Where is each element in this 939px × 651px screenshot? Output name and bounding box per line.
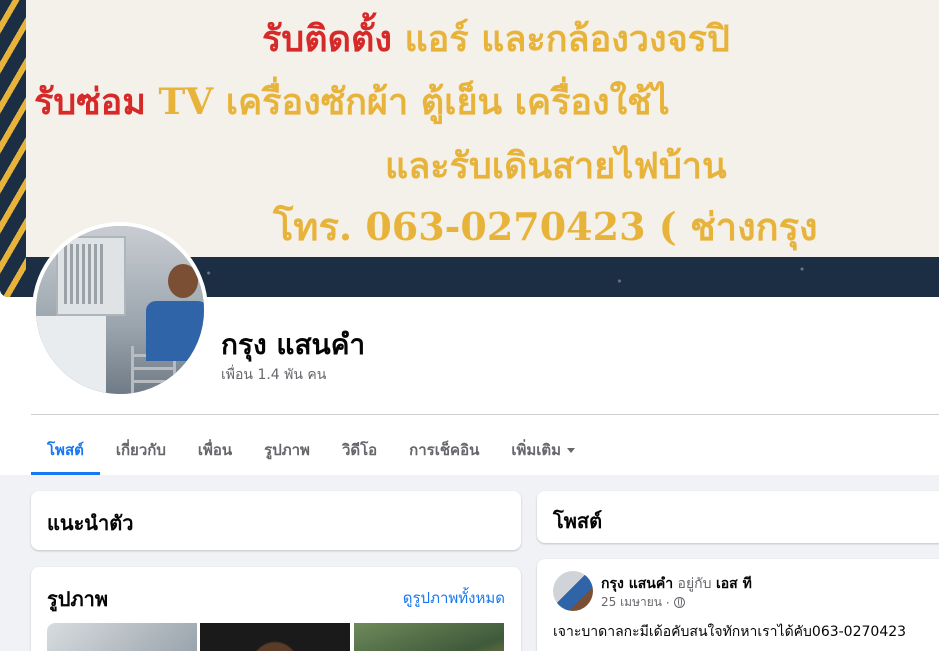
globe-icon[interactable] — [673, 597, 685, 608]
cover-line-3: และรับเดินสายไฟบ้าน — [385, 145, 727, 187]
post-with-text: อยู่กับ — [677, 576, 712, 592]
cover-line-1-gold: แอร์ และกล้องวงจรปิ — [391, 18, 730, 60]
photos-card: รูปภาพ ดูรูปภาพทั้งหมด — [31, 567, 521, 651]
chevron-down-icon — [567, 447, 576, 453]
header-divider — [31, 414, 939, 415]
tab-videos[interactable]: วิดีโอ — [326, 425, 393, 475]
tab-about[interactable]: เกี่ยวกับ — [100, 425, 182, 475]
tab-photos[interactable]: รูปภาพ — [248, 425, 326, 475]
tab-about-label: เกี่ยวกับ — [115, 441, 166, 459]
tab-videos-label: วิดีโอ — [341, 441, 378, 459]
cover-line-1-red: รับติดตั้ง — [262, 18, 392, 60]
photos-title[interactable]: รูปภาพ — [47, 583, 108, 615]
post-meta: 25 เมษายน · — [601, 593, 685, 612]
tab-more-label: เพิ่มเติม — [511, 441, 562, 459]
profile-tabs: โพสต์ เกี่ยวกับ เพื่อน รูปภาพ วิดีโอ การ… — [31, 425, 591, 475]
see-all-photos-link[interactable]: ดูรูปภาพทั้งหมด — [403, 586, 505, 610]
post-tagged-name[interactable]: เอส ที — [716, 576, 752, 592]
tab-more[interactable]: เพิ่มเติม — [495, 425, 591, 475]
photo-thumbnail[interactable] — [47, 623, 197, 651]
post-author-line: กรุง แสนคำ อยู่กับ เอส ที — [601, 573, 752, 595]
post-author-name[interactable]: กรุง แสนคำ — [601, 576, 673, 592]
avatar-person-head — [168, 264, 198, 298]
avatar-ac-grill — [64, 244, 104, 304]
posts-header-card: โพสต์ — [537, 491, 939, 543]
cover-line-4: โทร. 063-0270423 ( ช่างกรุง — [273, 204, 818, 249]
avatar-person-body — [146, 301, 204, 361]
tab-checkins[interactable]: การเช็คอิน — [393, 425, 495, 475]
posts-title: โพสต์ — [553, 509, 603, 533]
avatar-wall — [36, 316, 106, 394]
post-card: กรุง แสนคำ อยู่กับ เอส ที 25 เมษายน · เจ… — [537, 559, 939, 651]
tab-checkins-label: การเช็คอิน — [409, 441, 480, 459]
photo-thumbnail[interactable] — [354, 623, 504, 651]
post-author-avatar[interactable] — [553, 571, 593, 611]
cover-line-2-gold: TV เครื่องซักผ้า ตู้เย็น เครื่องใช้ไ — [145, 81, 670, 123]
intro-card: แนะนำตัว — [31, 491, 521, 550]
cover-line-2-red: รับซ่อม — [34, 81, 146, 123]
tab-photos-label: รูปภาพ — [264, 441, 310, 459]
tab-friends-label: เพื่อน — [197, 441, 233, 459]
profile-avatar[interactable] — [32, 222, 208, 398]
intro-title: แนะนำตัว — [47, 511, 134, 535]
tab-posts[interactable]: โพสต์ — [31, 425, 100, 475]
post-date[interactable]: 25 เมษายน — [601, 593, 662, 612]
tab-friends[interactable]: เพื่อน — [182, 425, 248, 475]
cover-line-2: รับซ่อม TV เครื่องซักผ้า ตู้เย็น เครื่อง… — [34, 73, 670, 130]
cover-line-1: รับติดตั้ง แอร์ และกล้องวงจรปิ — [262, 10, 730, 67]
friends-count[interactable]: เพื่อน 1.4 พัน คน — [221, 364, 326, 386]
cover-stripes — [0, 0, 26, 297]
post-text: เจาะบาดาลกะมีเด้อคับสนใจทักหาเราได้คับ06… — [553, 624, 907, 640]
post-meta-separator: · — [665, 595, 670, 610]
tab-posts-label: โพสต์ — [47, 441, 84, 459]
photo-thumbnail[interactable] — [200, 623, 350, 651]
profile-name: กรุง แสนคำ — [221, 328, 366, 361]
